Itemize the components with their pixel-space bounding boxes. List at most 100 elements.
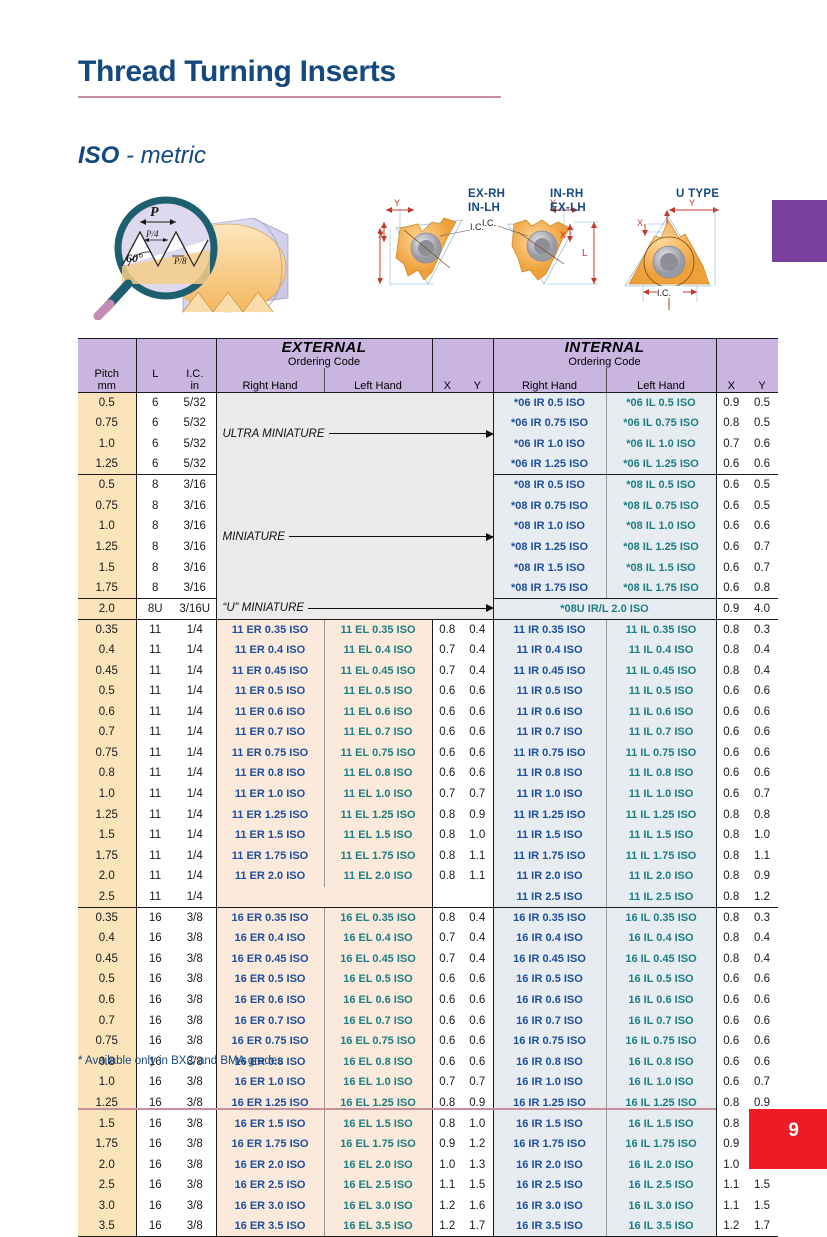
cell-ic: 3/16 [174,536,217,558]
table-row: 0.7 11 1/4 11 ER 0.7 ISO 11 EL 0.7 ISO 0.6 0.6… [78,722,778,743]
cell-ext-right-code: 11 ER 1.0 ISO [216,783,324,805]
cell-ic: 1/4 [174,804,217,825]
diagram-label-in-lh: IN-LH [468,202,501,214]
cell-int-x: 0.6 [715,536,746,558]
cell-int-right-code: *08 IR 1.0 ISO [492,516,606,537]
cell-int-right-code: 16 IR 0.75 ISO [492,1030,606,1052]
cell-ic: 3/16 [174,516,217,537]
cell-int-y: 1.5 [746,1195,778,1217]
cell-int-y: 0.6 [746,763,778,784]
cell-ext-y: 0.6 [462,742,493,764]
table-row: 1.0 16 3/8 16 ER 1.0 ISO 16 EL 1.0 ISO 0.7 0.7… [78,1072,778,1093]
external-section-note-cell: “U” MINIATURE [216,598,494,620]
cell-ext-right-code: 16 ER 2.5 ISO [216,1175,324,1196]
cell-pitch: 0.45 [78,660,137,681]
cell-pitch: 1.0 [78,433,137,455]
cell-int-x: 1.1 [715,1175,746,1196]
cell-int-x: 0.6 [715,1010,746,1031]
table-row: 1.5 11 1/4 11 ER 1.5 ISO 11 EL 1.5 ISO 0.8 1.0… [78,824,778,846]
cell-int-right-code: *08 IR 0.75 ISO [492,495,606,517]
cell-int-y: 0.6 [746,701,778,722]
header-int-x: X [715,368,746,393]
cell-pitch: 0.35 [78,907,137,928]
cell-l: 11 [136,886,174,908]
cell-l: 11 [136,701,174,722]
cell-ic: 3/8 [174,948,217,970]
cell-int-x: 0.8 [715,1113,746,1134]
cell-int-x: 0.6 [715,577,746,599]
cell-int-y: 0.8 [746,804,778,825]
cell-int-right-code: 11 IR 0.75 ISO [492,742,606,764]
cell-ext-right-code: 11 ER 0.75 ISO [216,742,324,764]
cell-pitch: 1.75 [78,1133,137,1155]
cell-ext-right-code: 16 ER 1.25 ISO [216,1092,324,1114]
cell-int-right-code: 16 IR 3.5 ISO [492,1216,606,1237]
cell-int-y: 1.0 [746,824,778,846]
cell-int-x: 1.1 [715,1195,746,1217]
cell-ext-x: 0.6 [431,989,462,1011]
cell-ic: 3/16U [174,598,217,620]
cell-ic: 3/8 [174,1092,217,1114]
cell-int-left-code: 11 IL 1.0 ISO [605,783,716,805]
cell-ext-x: 0.7 [431,948,462,970]
cell-ext-x: 1.2 [431,1195,462,1217]
cell-int-right-code: 16 IR 0.7 ISO [492,1010,606,1031]
cell-ext-x: 0.8 [431,1113,462,1134]
cell-pitch: 1.0 [78,1072,137,1093]
section-color-tab [772,200,827,262]
cell-ic: 3/8 [174,1133,217,1155]
table-row: 2.0 8U 3/16U “U” MINIATURE *08U IR/L 2.0 ISO… [78,598,778,620]
cell-int-left-code: *06 IL 1.25 ISO [605,454,716,476]
cell-ext-y: 0.4 [462,948,493,970]
cell-int-x: 0.6 [715,969,746,990]
header-blank-ic [174,338,216,368]
cell-ext-y: 0.4 [462,927,493,949]
header-int-left-hand: Left Hand [605,368,716,393]
cell-int-x: 0.6 [715,722,746,743]
cell-pitch: 1.0 [78,516,137,537]
cell-l: 16 [136,1175,174,1196]
cell-int-x: 0.6 [715,516,746,537]
cell-int-left-code: 11 IL 0.45 ISO [605,660,716,681]
cell-ext-y: 1.3 [462,1154,493,1176]
cell-int-left-code: *06 IL 0.5 ISO [605,392,716,414]
cell-l: 8 [136,536,174,558]
header-ext-right-hand: Right Hand [215,368,324,393]
diagram-label-ex-lh: EX-LH [550,202,586,214]
cell-l: 11 [136,742,174,764]
cell-int-y: 0.6 [746,969,778,990]
table-row: 0.5 11 1/4 11 ER 0.5 ISO 11 EL 0.5 ISO 0.6 0.6… [78,680,778,702]
cell-pitch: 2.0 [78,598,137,620]
cell-ext-right-code: 16 ER 0.4 ISO [216,927,324,949]
cell-pitch: 2.5 [78,1175,137,1196]
cell-ext-left-code [324,886,432,908]
cell-int-left-code: 16 IL 2.5 ISO [605,1175,716,1196]
cell-ic: 5/32 [174,413,217,434]
cell-ic: 3/8 [174,1195,217,1217]
cell-int-right-code: *06 IR 0.5 ISO [492,392,606,414]
header-ic-label: I.C. [186,368,204,380]
cell-ext-left-code: 16 EL 3.5 ISO [323,1216,432,1237]
cell-ext-y: 0.4 [462,639,493,661]
header-int-right-hand: Right Hand [492,368,606,393]
cell-ext-left-code: 16 EL 2.5 ISO [323,1175,432,1196]
cell-ext-y: 0.6 [462,989,493,1011]
cell-ext-y: 0.6 [462,1051,493,1073]
table-row: 0.6 16 3/8 16 ER 0.6 ISO 16 EL 0.6 ISO 0.6 0.6… [78,989,778,1011]
header-pitch: Pitch mm [78,368,136,393]
cell-l: 11 [136,845,174,867]
cell-int-left-code: *06 IL 1.0 ISO [605,433,716,455]
cell-int-left-code: 16 IL 3.5 ISO [605,1216,716,1237]
cell-pitch: 0.35 [78,619,137,640]
cell-int-left-code: *08 IL 0.75 ISO [605,495,716,517]
cell-int-y: 0.6 [746,1051,778,1073]
header-ext-left-hand: Left Hand [323,368,432,393]
cell-l: 16 [136,907,174,928]
external-section-note-cell: MINIATURE [216,474,494,599]
cell-int-left-code: 16 IL 0.7 ISO [605,1010,716,1031]
cell-int-x: 0.8 [715,660,746,681]
cell-int-y: 0.9 [746,866,778,887]
header-l-label: L [152,368,159,380]
diagram-label-u-type: U TYPE [676,188,720,200]
table-row: 2.0 11 1/4 11 ER 2.0 ISO 11 EL 2.0 ISO 0.8 1.1… [78,866,778,887]
